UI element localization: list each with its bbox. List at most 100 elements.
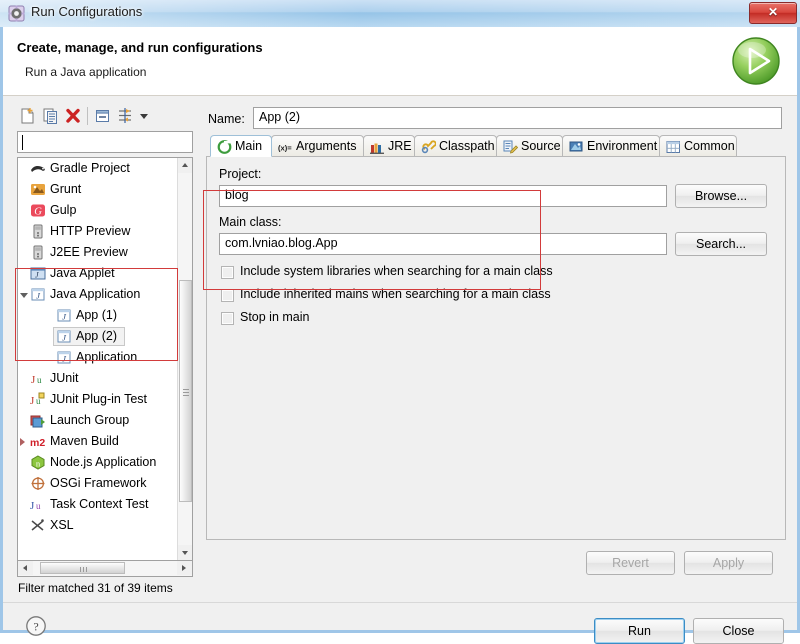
run-button[interactable]: Run bbox=[594, 618, 685, 644]
svg-text:J: J bbox=[31, 374, 36, 386]
checkbox-label: Stop in main bbox=[240, 310, 310, 324]
tree-item-java-application[interactable]: J Java Application bbox=[18, 284, 179, 305]
delete-configuration-button[interactable] bbox=[63, 106, 84, 126]
tab-label: Environment bbox=[587, 139, 658, 153]
tab-common[interactable]: Common bbox=[659, 135, 737, 157]
browse-button[interactable]: Browse... bbox=[675, 184, 767, 208]
filter-status-text: Filter matched 31 of 39 items bbox=[18, 581, 173, 595]
tab-arguments[interactable]: (x)= Arguments bbox=[271, 135, 364, 157]
checkbox-box[interactable] bbox=[221, 312, 234, 325]
svg-text:G: G bbox=[34, 206, 42, 217]
filter-input[interactable] bbox=[17, 131, 193, 153]
tab-jre[interactable]: JRE bbox=[363, 135, 415, 157]
tree-item-grunt[interactable]: Grunt bbox=[18, 179, 179, 200]
svg-text:u: u bbox=[37, 375, 42, 385]
scroll-down-button[interactable] bbox=[178, 545, 192, 560]
tab-main[interactable]: Main bbox=[210, 135, 272, 157]
tree-item-launch-group[interactable]: Launch Group bbox=[18, 410, 179, 431]
gradle-icon bbox=[30, 161, 46, 176]
apply-button[interactable]: Apply bbox=[684, 551, 773, 575]
tree-horizontal-scrollbar[interactable] bbox=[17, 561, 193, 577]
header-subtitle: Run a Java application bbox=[25, 65, 147, 79]
tree-item-application[interactable]: J Application bbox=[18, 347, 179, 368]
tree-item-http-preview[interactable]: HTTP Preview bbox=[18, 221, 179, 242]
tree-item-node-js-application[interactable]: n Node.js Application bbox=[18, 452, 179, 473]
tree-item-app-1[interactable]: J App (1) bbox=[18, 305, 179, 326]
grunt-icon bbox=[30, 182, 46, 197]
tree-item-label: Grunt bbox=[50, 182, 82, 196]
source-icon bbox=[503, 140, 519, 154]
chevron-left-icon bbox=[23, 565, 27, 571]
task-context-icon: Ju bbox=[30, 497, 46, 512]
main-tab-pane: Project: blog Browse... Main class: com.… bbox=[206, 156, 786, 540]
tree-item-app-2[interactable]: J App (2) bbox=[18, 326, 179, 347]
server-icon bbox=[30, 224, 46, 239]
svg-text:J: J bbox=[30, 500, 35, 512]
java-app-icon: J bbox=[56, 350, 72, 365]
window-title: Run Configurations bbox=[31, 4, 143, 19]
dialog-body: Create, manage, and run configurations R… bbox=[0, 27, 800, 644]
run-configurations-gear-icon bbox=[8, 5, 25, 22]
project-label: Project: bbox=[219, 167, 262, 181]
tab-classpath[interactable]: Classpath bbox=[414, 135, 497, 157]
run-configurations-dialog: Run Configurations ✕ Create, manage, and… bbox=[0, 0, 800, 644]
tree-item-label: JUnit Plug-in Test bbox=[50, 392, 148, 406]
tab-source[interactable]: Source bbox=[496, 135, 563, 157]
tree-vertical-scrollbar[interactable] bbox=[177, 158, 192, 560]
window-title-bar: Run Configurations ✕ bbox=[0, 0, 800, 28]
tree-list: Gradle Project Grunt G Gulp HTTP Preview J2EE… bbox=[18, 158, 179, 560]
jre-books-icon bbox=[370, 140, 385, 154]
tab-label: Common bbox=[684, 139, 735, 153]
tree-item-label: Java Applet bbox=[50, 266, 115, 280]
configuration-name-input[interactable]: App (2) bbox=[253, 107, 782, 129]
tree-item-java-applet[interactable]: J Java Applet bbox=[18, 263, 179, 284]
close-button[interactable]: Close bbox=[693, 618, 784, 644]
new-configuration-button[interactable] bbox=[17, 106, 38, 126]
scrollbar-thumb[interactable] bbox=[179, 280, 192, 502]
java-app-icon: J bbox=[30, 287, 46, 302]
tree-item-gradle-project[interactable]: Gradle Project bbox=[18, 158, 179, 179]
run-play-icon bbox=[730, 35, 782, 87]
svg-text:n: n bbox=[36, 458, 41, 468]
tree-item-label: Gulp bbox=[50, 203, 77, 217]
checkbox-box[interactable] bbox=[221, 289, 234, 302]
filter-button[interactable] bbox=[116, 106, 137, 126]
svg-text:m2: m2 bbox=[30, 437, 45, 449]
tree-item-j2ee-preview[interactable]: J2EE Preview bbox=[18, 242, 179, 263]
scrollbar-thumb-horizontal[interactable] bbox=[40, 562, 125, 574]
window-close-button[interactable]: ✕ bbox=[749, 2, 797, 24]
maven-icon: m2 bbox=[30, 434, 46, 449]
tree-item-gulp[interactable]: G Gulp bbox=[18, 200, 179, 221]
tree-item-junit-plug-in-test[interactable]: Ju JUnit Plug-in Test bbox=[18, 389, 179, 410]
main-class-input[interactable]: com.lvniao.blog.App bbox=[219, 233, 667, 255]
text-caret bbox=[22, 135, 23, 150]
tree-item-maven-build[interactable]: m2 Maven Build bbox=[18, 431, 179, 452]
java-app-icon: J bbox=[56, 308, 72, 323]
duplicate-configuration-button[interactable] bbox=[40, 106, 61, 126]
svg-text:?: ? bbox=[33, 620, 38, 634]
tree-item-osgi-framework[interactable]: OSGi Framework bbox=[18, 473, 179, 494]
tree-item-junit[interactable]: Ju JUnit bbox=[18, 368, 179, 389]
chevron-down-icon[interactable] bbox=[20, 293, 28, 298]
chevron-down-icon[interactable] bbox=[137, 106, 151, 126]
revert-button[interactable]: Revert bbox=[586, 551, 675, 575]
tree-item-xsl[interactable]: XSL bbox=[18, 515, 179, 536]
search-button[interactable]: Search... bbox=[675, 232, 767, 256]
scroll-right-button[interactable] bbox=[177, 561, 192, 575]
chevron-right-icon[interactable] bbox=[20, 438, 25, 446]
collapse-all-button[interactable] bbox=[93, 106, 114, 126]
chevron-down-icon bbox=[182, 551, 188, 555]
tab-label: Classpath bbox=[439, 139, 495, 153]
project-input[interactable]: blog bbox=[219, 185, 667, 207]
tree-item-label: Application bbox=[76, 350, 138, 364]
name-label: Name: bbox=[208, 112, 245, 126]
checkbox-box[interactable] bbox=[221, 266, 234, 279]
tree-item-label: HTTP Preview bbox=[50, 224, 131, 238]
tab-environment[interactable]: Environment bbox=[562, 135, 660, 157]
scroll-up-button[interactable] bbox=[178, 158, 192, 173]
configurations-tree[interactable]: Gradle Project Grunt G Gulp HTTP Preview J2EE… bbox=[17, 157, 193, 561]
help-question-icon[interactable]: ? bbox=[25, 615, 47, 637]
scroll-left-button[interactable] bbox=[18, 561, 33, 575]
tree-item-label: App (1) bbox=[76, 308, 117, 322]
tree-item-task-context-test[interactable]: Ju Task Context Test bbox=[18, 494, 179, 515]
